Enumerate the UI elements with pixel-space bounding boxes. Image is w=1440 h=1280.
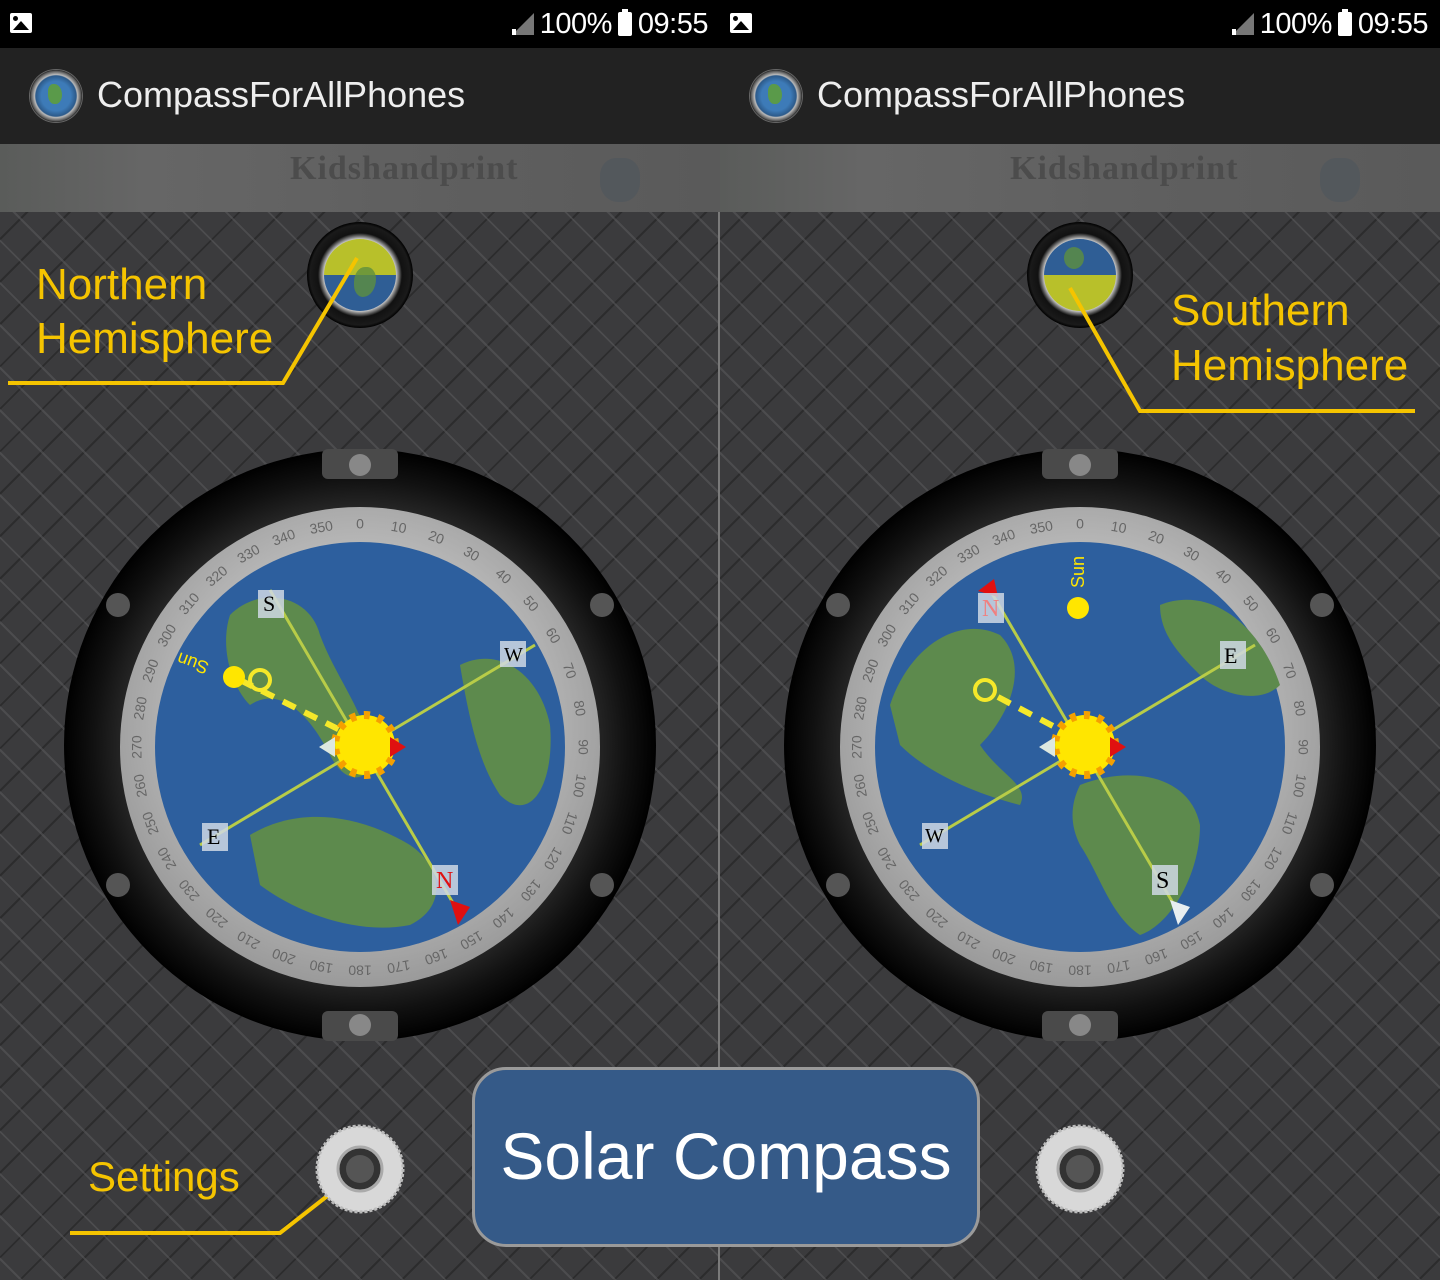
compass-dial-south: 0 10 2030405060708090100110120130140150160… — [784, 449, 1376, 1041]
cardinal-label: S — [263, 591, 275, 616]
settings-gear-button[interactable] — [1035, 1124, 1125, 1214]
dial-tick-label: 10 — [1110, 518, 1128, 536]
settings-gear-button[interactable] — [315, 1124, 405, 1214]
dial-tick-label: 0 — [356, 516, 364, 532]
cardinal-label: N — [982, 596, 999, 622]
dial-tick-label: 80 — [571, 699, 589, 717]
cardinal-label: W — [504, 644, 523, 666]
dial-tick-label: 180 — [348, 962, 372, 978]
dial-tick-label: 270 — [129, 735, 145, 759]
dial-tick-label: 90 — [1295, 739, 1311, 755]
cardinal-label: E — [207, 824, 220, 849]
dial-tick-label: 0 — [1076, 516, 1084, 532]
settings-label: Settings — [88, 1153, 240, 1200]
center-sun-icon — [331, 711, 399, 779]
sun-marker — [223, 666, 245, 688]
cardinal-label: W — [925, 825, 944, 847]
compass-dial-north: 0 10 2030405060708090100110120130140150160… — [64, 449, 656, 1041]
dial-tick-label: 180 — [1068, 962, 1092, 978]
solar-compass-caption-text: Solar Compass — [500, 1119, 952, 1193]
sun-label: Sun — [1068, 556, 1088, 588]
sun-marker — [1067, 597, 1089, 619]
dial-tick-label: 80 — [1291, 699, 1309, 717]
dial-tick-label: 10 — [390, 518, 408, 536]
cardinal-label: E — [1224, 643, 1237, 668]
dial-tick-label: 90 — [575, 739, 591, 755]
center-sun-icon — [1051, 711, 1119, 779]
dial-tick-label: 270 — [849, 735, 865, 759]
cardinal-label: N — [436, 868, 453, 894]
cardinal-label: S — [1156, 868, 1169, 894]
solar-compass-caption: Solar Compass — [472, 1067, 980, 1247]
